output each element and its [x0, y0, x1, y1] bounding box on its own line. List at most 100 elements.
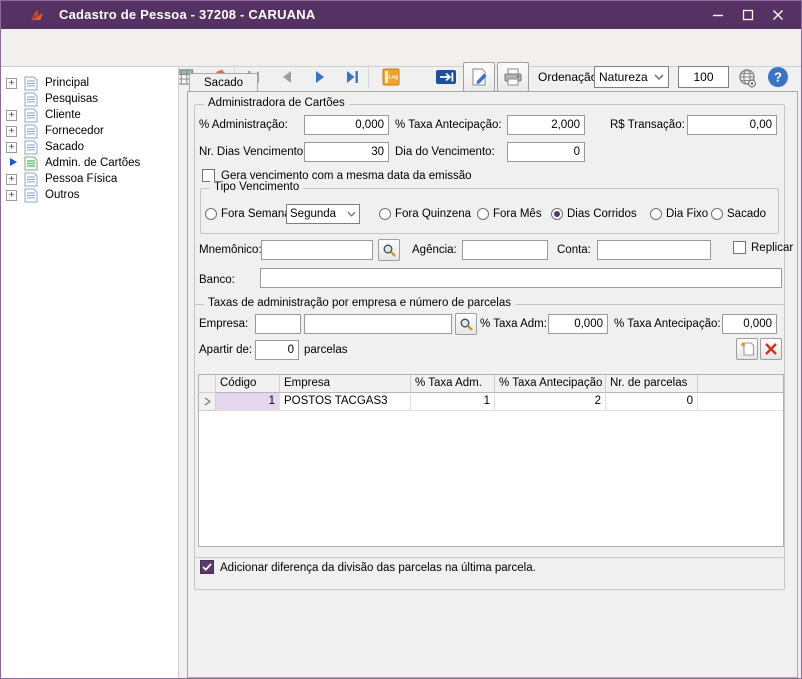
empresa-label: Empresa: [199, 316, 248, 332]
semana-value: Segunda [290, 208, 347, 220]
apartir-input[interactable] [255, 340, 299, 360]
mnemonico-input[interactable] [261, 240, 373, 260]
sidebar-item-cliente[interactable]: + Cliente [1, 107, 178, 123]
taxa-antecipacao2-input[interactable] [722, 314, 777, 334]
sidebar-item-principal[interactable]: + Principal [1, 75, 178, 91]
tab-sacado[interactable]: Sacado [189, 73, 258, 92]
grid-col-taxa-antecipacao[interactable]: % Taxa Antecipação [495, 375, 606, 393]
document-icon-selected [24, 156, 38, 171]
taxa-adm-label: % Taxa Adm: [480, 316, 547, 332]
document-icon [24, 92, 38, 107]
maximize-button[interactable] [733, 1, 763, 29]
tipo-vencimento-title: Tipo Vencimento [210, 181, 303, 193]
cell-taxa-adm[interactable]: 1 [411, 393, 495, 411]
dias-vencimento-label: Nr. Dias Vencimento: [199, 144, 306, 160]
delete-parcela-button[interactable] [760, 338, 782, 360]
sidebar-item-outros[interactable]: + Outros [1, 187, 178, 203]
tab-page-sacado: Administradora de Cartões % Administraçã… [187, 91, 798, 678]
document-icon [24, 76, 38, 91]
agencia-input[interactable] [462, 240, 548, 260]
document-icon [24, 108, 38, 123]
conta-label: Conta: [557, 242, 591, 258]
empresa-codigo-input[interactable] [255, 314, 301, 334]
apartir-label: Apartir de: [199, 342, 252, 358]
sidebar-item-sacado[interactable]: + Sacado [1, 139, 178, 155]
taxa-antecipacao-input[interactable] [507, 115, 585, 135]
expand-plus-icon[interactable]: + [6, 142, 17, 153]
grid-col-nr-parcelas[interactable]: Nr. de parcelas [606, 375, 698, 393]
sidebar-item-pesquisas[interactable]: Pesquisas [1, 91, 178, 107]
grid-corner-cell [199, 375, 216, 393]
document-icon [24, 172, 38, 187]
expand-plus-icon[interactable]: + [6, 190, 17, 201]
taxa-antecipacao2-label: % Taxa Antecipação: [614, 316, 721, 332]
administracao-input[interactable] [304, 115, 389, 135]
add-parcela-button[interactable] [736, 338, 758, 360]
empresa-nome-input[interactable] [304, 314, 452, 334]
grid-col-empresa[interactable]: Empresa [280, 375, 411, 393]
empresa-search-button[interactable] [455, 313, 477, 335]
sidebar-item-label: Principal [45, 77, 89, 89]
radio-fora-semana[interactable] [205, 208, 217, 220]
parcelas-label: parcelas [304, 342, 347, 358]
cell-nr-parcelas[interactable]: 0 [606, 393, 698, 411]
dias-vencimento-input[interactable] [304, 142, 389, 162]
dia-vencimento-input[interactable] [507, 142, 585, 162]
replicar-label: Replicar [751, 240, 793, 256]
grid-data-row[interactable]: 1 POSTOS TACGAS3 1 2 0 [199, 393, 783, 411]
radio-dias-corridos[interactable] [551, 208, 563, 220]
cell-empresa[interactable]: POSTOS TACGAS3 [280, 393, 411, 411]
document-icon [24, 188, 38, 203]
radio-fora-quinzena-label: Fora Quinzena [395, 206, 471, 222]
radio-dias-corridos-label: Dias Corridos [567, 206, 637, 222]
taxa-adm-input[interactable] [548, 314, 608, 334]
replicar-checkbox[interactable] [733, 241, 746, 254]
sidebar-item-label: Pesquisas [45, 93, 98, 105]
sidebar-item-admin-cartoes[interactable]: Admin. de Cartões [1, 155, 178, 171]
adicionar-diferenca-label: Adicionar diferença da divisão das parce… [220, 560, 536, 576]
expand-plus-icon[interactable]: + [6, 126, 17, 137]
sidebar-item-label: Outros [45, 189, 80, 201]
navigation-tree: + Principal Pesquisas + Cliente + [1, 67, 179, 678]
close-button[interactable] [763, 1, 793, 29]
radio-fora-quinzena[interactable] [379, 208, 391, 220]
current-item-arrow-icon [9, 157, 18, 170]
expand-plus-icon[interactable]: + [6, 174, 17, 185]
adicionar-diferenca-checkbox[interactable] [200, 560, 214, 574]
radio-fora-semana-label: Fora Semana [221, 206, 291, 222]
expand-plus-icon[interactable]: + [6, 110, 17, 121]
sidebar-item-pessoa-fisica[interactable]: + Pessoa Física [1, 171, 178, 187]
window-title: Cadastro de Pessoa - 37208 - CARUANA [59, 7, 315, 22]
cell-codigo[interactable]: 1 [216, 393, 280, 411]
administracao-label: % Administração: [199, 117, 288, 133]
transacao-label: R$ Transação: [610, 117, 685, 133]
app-window: Cadastro de Pessoa - 37208 - CARUANA [0, 0, 802, 679]
agencia-label: Agência: [412, 242, 457, 258]
radio-sacado-label: Sacado [727, 206, 766, 222]
check-icon [202, 563, 212, 571]
radio-sacado[interactable] [711, 208, 723, 220]
radio-dia-fixo[interactable] [650, 208, 662, 220]
transacao-input[interactable] [687, 115, 777, 135]
sidebar-item-label: Fornecedor [45, 125, 104, 137]
grid-col-taxa-adm[interactable]: % Taxa Adm. [411, 375, 495, 393]
semana-combobox[interactable]: Segunda [286, 204, 360, 224]
expand-plus-icon[interactable]: + [6, 78, 17, 89]
minimize-button[interactable] [703, 1, 733, 29]
conta-input[interactable] [597, 240, 711, 260]
app-logo-icon [29, 7, 45, 23]
document-icon [24, 124, 38, 139]
sidebar-item-fornecedor[interactable]: + Fornecedor [1, 123, 178, 139]
taxa-antecipacao-label: % Taxa Antecipação: [395, 117, 502, 133]
radio-fora-mes[interactable] [477, 208, 489, 220]
banco-input[interactable] [260, 268, 782, 288]
banco-label: Banco: [199, 272, 235, 288]
grid-row-filler [698, 393, 783, 411]
titlebar[interactable]: Cadastro de Pessoa - 37208 - CARUANA [1, 1, 801, 29]
cell-taxa-antecipacao[interactable]: 2 [495, 393, 606, 411]
radio-dia-fixo-label: Dia Fixo [666, 206, 708, 222]
mnemonico-search-button[interactable] [378, 239, 400, 261]
main-area: Sacado Administradora de Cartões % Admin… [187, 67, 798, 678]
grid-col-codigo[interactable]: Código [216, 375, 280, 393]
sidebar-item-label: Cliente [45, 109, 81, 121]
